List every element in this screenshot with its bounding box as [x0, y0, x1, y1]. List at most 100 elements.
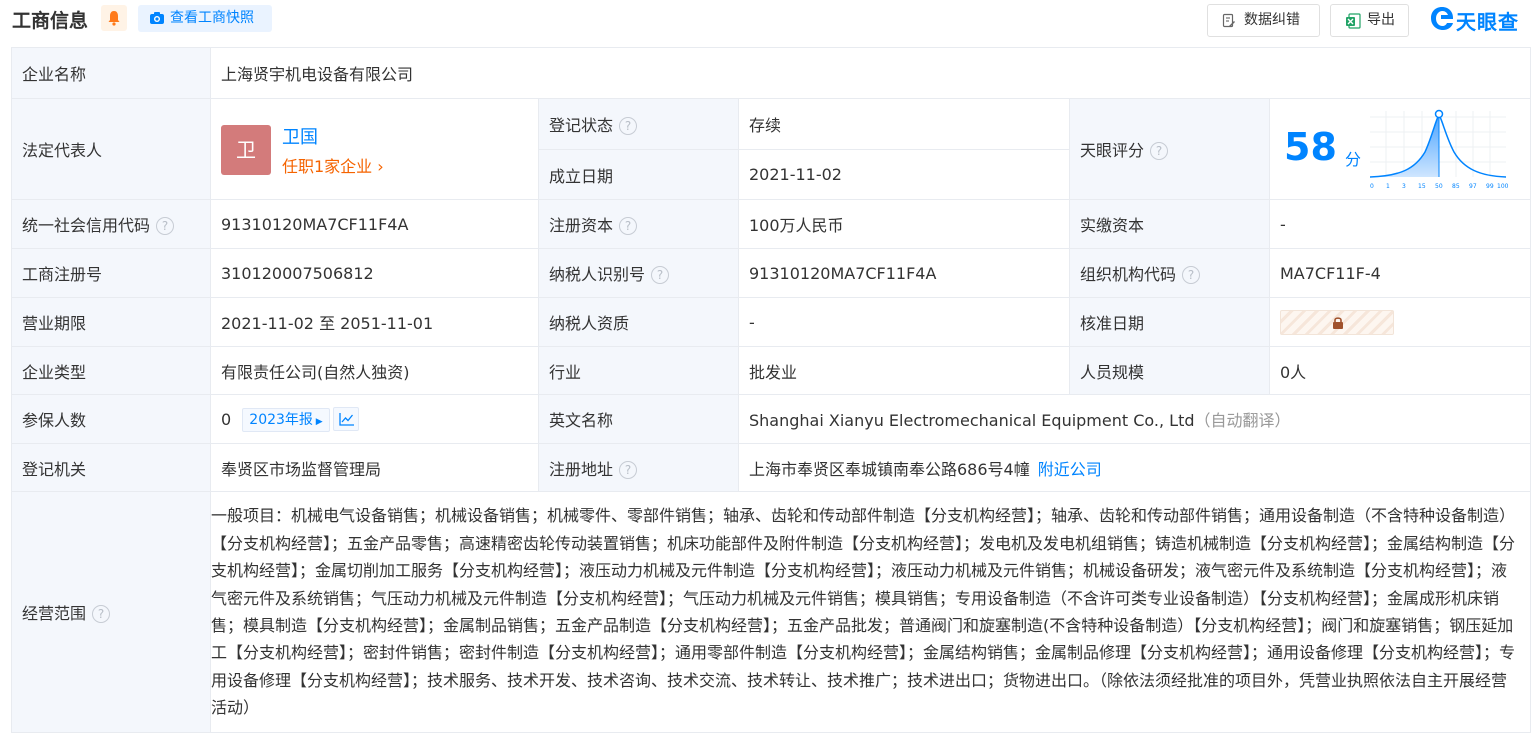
reg-capital: 100万人民币 — [738, 199, 1070, 249]
address-cell: 上海市奉贤区奉城镇南奉公路686号4幢 附近公司 — [737, 443, 1532, 492]
score-axis-tick: 1 — [1386, 183, 1390, 190]
score-axis-tick: 15 — [1418, 183, 1426, 190]
help-icon[interactable]: ? — [1150, 142, 1169, 160]
lock-icon — [1333, 316, 1343, 329]
view-snapshot-button[interactable]: 查看工商快照 — [138, 5, 272, 32]
score-cell[interactable]: 58 分 0 1 3 15 50 85 97 99 100 — [1268, 98, 1532, 200]
established-label: 成立日期 — [538, 149, 739, 200]
authority-label: 登记机关 — [11, 443, 211, 492]
business-scope: 一般项目：机械电气设备销售；机械设备销售；机械零件、零部件销售；轴承、齿轮和传动… — [209, 491, 1532, 733]
term-label: 营业期限 — [11, 297, 211, 347]
taxpayer-qual: - — [738, 297, 1070, 347]
taxpayer-qual-label: 纳税人资质 — [538, 297, 739, 347]
table-row: 企业类型 有限责任公司(自然人独资) 行业 批发业 人员规模 0人 — [11, 346, 1532, 395]
insured-cell: 0 2023年报 ▶ — [210, 394, 539, 444]
legal-rep-label: 法定代表人 — [11, 98, 211, 200]
nearby-companies-link[interactable]: 附近公司 — [1038, 460, 1102, 479]
english-name: Shanghai Xianyu Electromechanical Equipm… — [749, 411, 1195, 430]
address-label-cell: 注册地址? — [538, 443, 739, 492]
help-icon[interactable]: ? — [619, 117, 638, 135]
table-row: 工商注册号 310120007506812 纳税人识别号? 91310120MA… — [11, 248, 1532, 298]
table-row: 统一社会信用代码? 91310120MA7CF11F4A 注册资本? 100万人… — [11, 199, 1532, 249]
trend-chart-icon — [339, 412, 354, 426]
insured-label: 参保人数 — [11, 394, 211, 444]
table-row: 登记机关 奉贤区市场监督管理局 注册地址? 上海市奉贤区奉城镇南奉公路686号4… — [11, 443, 1532, 492]
company-name: 上海贤宇机电设备有限公司 — [209, 47, 1532, 99]
score-distribution-chart: 0 1 3 15 50 85 97 99 100 — [1370, 109, 1509, 190]
help-icon[interactable]: ? — [92, 605, 111, 623]
trend-chart-button[interactable] — [332, 406, 359, 431]
view-snapshot-label: 查看工商快照 — [170, 10, 254, 26]
paid-capital: - — [1268, 199, 1532, 249]
credit-code-label: 统一社会信用代码 — [22, 216, 151, 235]
edit-document-icon — [1222, 13, 1235, 28]
industry: 批发业 — [738, 346, 1070, 395]
annual-report-button[interactable]: 2023年报 ▶ — [242, 407, 330, 432]
taxpayer-id: 91310120MA7CF11F4A — [738, 248, 1070, 298]
camera-icon — [150, 12, 164, 24]
help-icon[interactable]: ? — [651, 266, 670, 284]
approval-date-label: 核准日期 — [1069, 297, 1270, 347]
paid-capital-label: 实缴资本 — [1069, 199, 1270, 249]
reg-status-label: 登记状态 — [549, 116, 614, 135]
taxpayer-id-label-cell: 纳税人识别号? — [538, 248, 739, 298]
score-axis-tick: 50 — [1435, 183, 1443, 190]
reg-status: 存续 — [738, 98, 1070, 150]
section-header: 工商信息 查看工商快照 数据纠错 导出 天眼查 — [0, 0, 1532, 40]
approval-date-cell — [1268, 297, 1532, 347]
data-correction-button[interactable]: 数据纠错 — [1207, 4, 1320, 37]
registration-authority: 奉贤区市场监督管理局 — [210, 443, 539, 492]
established-date: 2021-11-02 — [738, 149, 1070, 200]
triangle-right-icon: ▶ — [312, 416, 323, 427]
help-icon[interactable]: ? — [619, 460, 638, 479]
business-info-table: 企业名称 上海贤宇机电设备有限公司 法定代表人 卫 卫国 任职1家企业 › 登记… — [11, 47, 1532, 733]
table-row: 企业名称 上海贤宇机电设备有限公司 — [11, 47, 1532, 99]
biz-reg-no-label: 工商注册号 — [11, 248, 211, 298]
company-type: 有限责任公司(自然人独资) — [210, 346, 539, 395]
org-code-label: 组织机构代码 — [1080, 265, 1177, 284]
annual-report-label: 2023年报 — [249, 411, 313, 428]
taxpayer-id-label: 纳税人识别号 — [549, 265, 646, 284]
auto-translate-note: （自动翻译） — [1194, 411, 1291, 430]
insured-count: 0 — [221, 409, 232, 429]
legal-rep-cell: 卫 卫国 任职1家企业 › — [210, 98, 539, 200]
score-axis-tick: 0 — [1370, 183, 1374, 190]
credit-code: 91310120MA7CF11F4A — [210, 199, 539, 249]
english-name-cell: Shanghai Xianyu Electromechanical Equipm… — [737, 394, 1532, 444]
business-term: 2021-11-02 至 2051-11-01 — [210, 297, 539, 347]
table-row: 营业期限 2021-11-02 至 2051-11-01 纳税人资质 - 核准日… — [11, 297, 1532, 347]
company-name-label: 企业名称 — [11, 47, 211, 99]
follow-bell-button[interactable] — [101, 5, 127, 31]
help-icon[interactable]: ? — [156, 217, 175, 235]
help-icon[interactable]: ? — [619, 217, 638, 235]
staff-size-label: 人员规模 — [1069, 346, 1270, 395]
section-title: 工商信息 — [12, 10, 89, 32]
score-axis-tick: 97 — [1469, 183, 1477, 190]
reg-status-label-cell: 登记状态? — [538, 98, 739, 150]
help-icon[interactable]: ? — [1182, 266, 1201, 284]
rep-positions-link[interactable]: 任职1家企业 › — [282, 153, 384, 177]
type-label: 企业类型 — [11, 346, 211, 395]
registered-address: 上海市奉贤区奉城镇南奉公路686号4幢 — [749, 459, 1030, 479]
reg-capital-label: 注册资本 — [549, 216, 614, 235]
table-row: 经营范围? 一般项目：机械电气设备销售；机械设备销售；机械零件、零部件销售；轴承… — [11, 491, 1532, 733]
bell-icon — [108, 11, 120, 26]
scope-label-cell: 经营范围? — [11, 491, 211, 733]
chevron-right-icon: › — [372, 157, 384, 176]
legal-rep-name-link[interactable]: 卫国 — [282, 123, 318, 149]
rep-positions-label: 任职1家企业 — [282, 157, 373, 176]
english-name-label: 英文名称 — [538, 394, 739, 444]
staff-size: 0人 — [1268, 346, 1532, 395]
scope-label: 经营范围 — [22, 604, 87, 623]
reg-capital-label-cell: 注册资本? — [538, 199, 739, 249]
address-label: 注册地址 — [549, 459, 614, 479]
tianyancha-logo-icon — [1431, 7, 1454, 30]
locked-approval-date[interactable] — [1280, 309, 1394, 335]
org-code: MA7CF11F-4 — [1268, 248, 1532, 298]
avatar[interactable]: 卫 — [221, 125, 271, 175]
score-label: 天眼评分 — [1080, 141, 1145, 160]
org-code-label-cell: 组织机构代码? — [1069, 248, 1270, 298]
score-label-cell: 天眼评分? — [1069, 98, 1270, 200]
credit-code-label-cell: 统一社会信用代码? — [11, 199, 211, 249]
export-button[interactable]: 导出 — [1330, 4, 1409, 37]
